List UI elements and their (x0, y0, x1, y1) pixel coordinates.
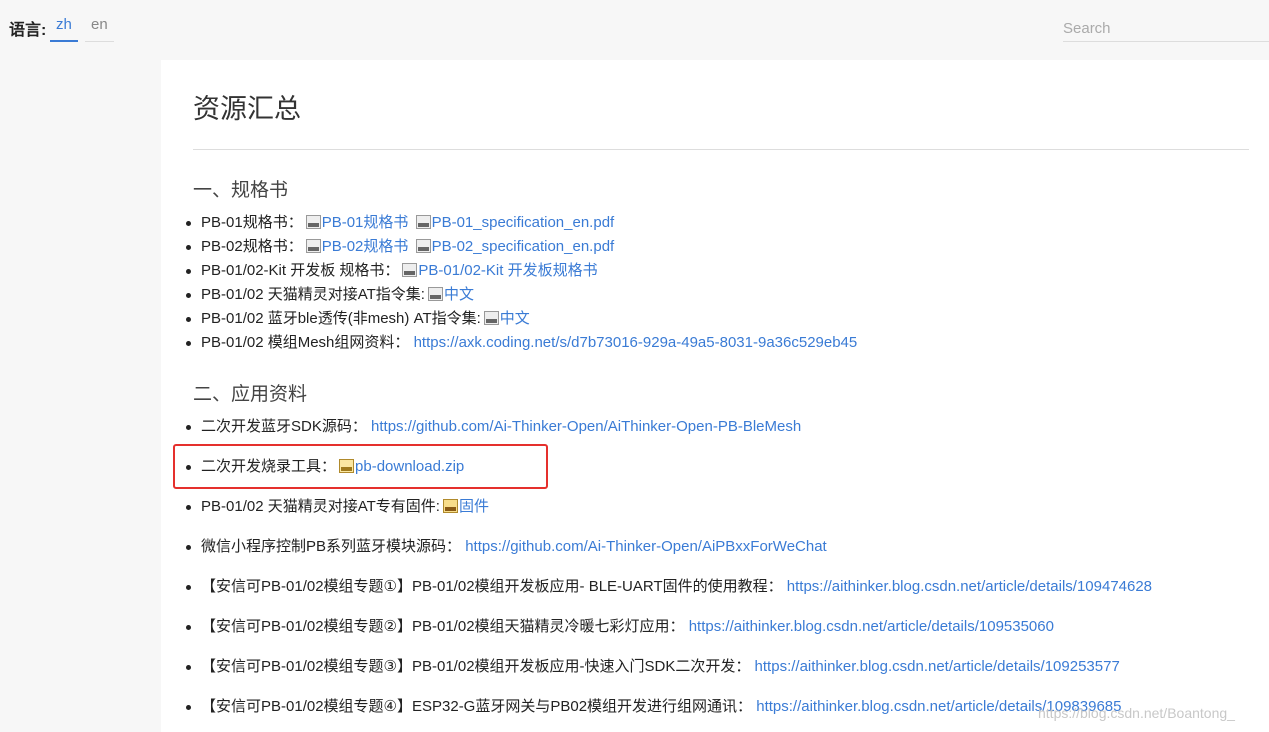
pdf-icon (415, 239, 431, 253)
title-divider (193, 149, 1249, 150)
list-item: 【安信可PB-01/02模组专题②】PB-01/02模组天猫精灵冷暖七彩灯应用：… (186, 616, 1054, 638)
bullet (186, 425, 191, 430)
item-text: PB-01/02 天猫精灵对接AT指令集: (201, 286, 425, 303)
list-item: PB-01规格书： PB-01规格书 PB-01_specification_en… (186, 212, 615, 234)
section-heading-app: 二、应用资料 (193, 384, 308, 405)
item-text: PB-01/02 模组Mesh组网资料： (201, 334, 410, 351)
download-link[interactable]: PB-01规格书 (322, 214, 409, 231)
tab-zh[interactable]: zh (50, 14, 78, 42)
pdf-icon (402, 263, 418, 277)
list-item: PB-01/02 天猫精灵对接AT指令集: 中文 (186, 284, 474, 306)
section-heading-spec: 一、规格书 (193, 180, 289, 201)
pdf-icon (305, 239, 321, 253)
list-item: 微信小程序控制PB系列蓝牙模块源码： https://github.com/Ai… (186, 536, 827, 558)
main-content: 资源汇总 一、规格书 PB-01规格书： PB-01规格书 PB-01_speci… (161, 60, 1269, 732)
download-link[interactable]: PB-02规格书 (322, 238, 409, 255)
bullet (186, 245, 191, 250)
resource-link[interactable]: https://aithinker.blog.csdn.net/article/… (787, 578, 1152, 595)
download-link[interactable]: PB-01_specification_en.pdf (432, 214, 615, 231)
item-text: 【安信可PB-01/02模组专题③】PB-01/02模组开发板应用-快速入门SD… (201, 658, 751, 675)
item-text: PB-01/02 天猫精灵对接AT专有固件: (201, 498, 440, 515)
list-item: 【安信可PB-01/02模组专题④】ESP32-G蓝牙网关与PB02模组开发进行… (186, 696, 1121, 718)
top-bar: 语言: zh en (0, 0, 1269, 60)
bullet (186, 341, 191, 346)
list-item: PB-01/02-Kit 开发板 规格书： PB-01/02-Kit 开发板规格书 (186, 260, 598, 282)
item-text: 【安信可PB-01/02模组专题④】ESP32-G蓝牙网关与PB02模组开发进行… (201, 698, 753, 715)
download-link[interactable]: 中文 (500, 310, 530, 327)
item-text: 【安信可PB-01/02模组专题②】PB-01/02模组天猫精灵冷暖七彩灯应用： (201, 618, 685, 635)
download-link[interactable]: PB-01/02-Kit 开发板规格书 (418, 262, 597, 279)
resource-link[interactable]: https://aithinker.blog.csdn.net/article/… (689, 618, 1054, 635)
bullet (186, 585, 191, 590)
item-text: PB-01/02-Kit 开发板 规格书： (201, 262, 400, 279)
item-text: PB-01/02 蓝牙ble透传(非mesh) AT指令集: (201, 310, 481, 327)
item-text: PB-01规格书： (201, 214, 303, 231)
resource-link[interactable]: https://github.com/Ai-Thinker-Open/AiPBx… (465, 538, 827, 555)
list-item: PB-01/02 天猫精灵对接AT专有固件: 固件 (186, 496, 489, 518)
download-link[interactable]: 固件 (459, 498, 489, 515)
pdf-icon (415, 215, 431, 229)
bullet (186, 625, 191, 630)
tab-en[interactable]: en (85, 14, 114, 42)
bullet (186, 293, 191, 298)
item-text: 微信小程序控制PB系列蓝牙模块源码： (201, 538, 462, 555)
resource-link[interactable]: https://axk.coding.net/s/d7b73016-929a-4… (414, 334, 858, 351)
list-item: PB-02规格书： PB-02规格书 PB-02_specification_en… (186, 236, 615, 258)
download-link[interactable]: PB-02_specification_en.pdf (432, 238, 615, 255)
bullet (186, 317, 191, 322)
pdf-icon (427, 287, 443, 301)
item-text: 【安信可PB-01/02模组专题①】PB-01/02模组开发板应用- BLE-U… (201, 578, 783, 595)
bullet (186, 269, 191, 274)
list-item: 【安信可PB-01/02模组专题③】PB-01/02模组开发板应用-快速入门SD… (186, 656, 1120, 678)
resource-link[interactable]: https://aithinker.blog.csdn.net/article/… (755, 658, 1120, 675)
bullet (186, 545, 191, 550)
item-text: PB-02规格书： (201, 238, 303, 255)
language-label: 语言: (9, 22, 47, 39)
bullet (186, 505, 191, 510)
list-item: 【安信可PB-01/02模组专题①】PB-01/02模组开发板应用- BLE-U… (186, 576, 1152, 598)
list-item: PB-01/02 模组Mesh组网资料： https://axk.coding.… (186, 332, 858, 354)
watermark-text: https://blog.csdn.net/Boantong_ (1038, 705, 1235, 721)
list-item: 二次开发蓝牙SDK源码： https://github.com/Ai-Think… (186, 416, 801, 438)
bullet (186, 221, 191, 226)
list-item: PB-01/02 蓝牙ble透传(非mesh) AT指令集: 中文 (186, 308, 530, 330)
pdf-icon (305, 215, 321, 229)
download-link[interactable]: 中文 (444, 286, 474, 303)
search-input[interactable] (1063, 16, 1269, 42)
page-title: 资源汇总 (193, 94, 301, 124)
pdf-icon (483, 311, 499, 325)
bullet (186, 665, 191, 670)
highlight-annotation-box (173, 444, 548, 489)
resource-link[interactable]: https://github.com/Ai-Thinker-Open/AiThi… (371, 418, 801, 435)
item-text: 二次开发蓝牙SDK源码： (201, 418, 367, 435)
bullet (186, 705, 191, 710)
rar-icon (442, 499, 458, 513)
